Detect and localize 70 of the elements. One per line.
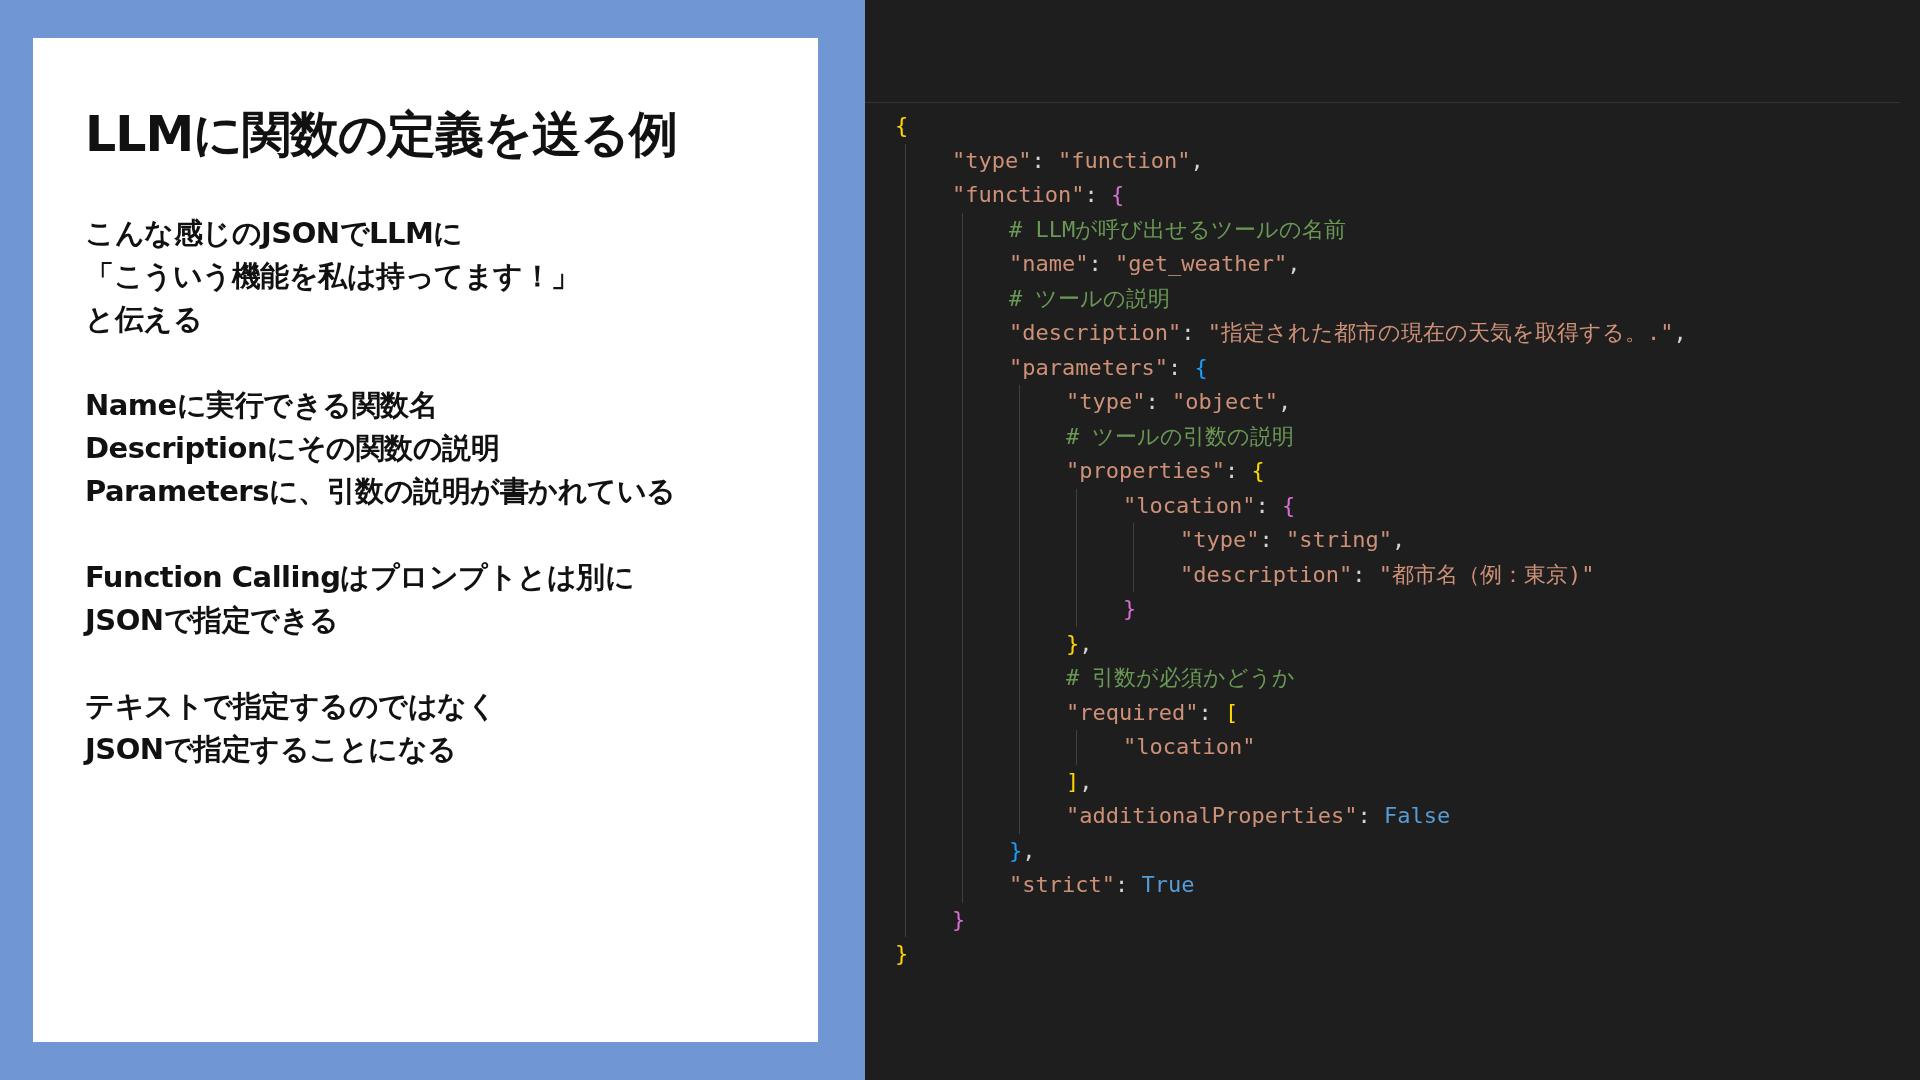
code-comment: # LLMが呼び出せるツールの名前 <box>1009 215 1347 244</box>
bracket: { <box>895 112 909 140</box>
punctuation: : <box>1255 491 1270 520</box>
slide-text: JSONで指定することになる <box>85 731 458 768</box>
punctuation: : <box>1352 560 1367 589</box>
punctuation: : <box>1031 146 1046 175</box>
slide-title: LLMに関数の定義を送る例 <box>85 105 679 165</box>
code-comment: # 引数が必須かどうか <box>1066 664 1296 692</box>
boolean-value: True <box>1141 871 1195 899</box>
bracket: } <box>1123 595 1137 623</box>
json-key: "location" <box>1123 488 1256 523</box>
slide-text: こんな感じのJSONでLLMに <box>85 215 464 252</box>
bracket: ] <box>1066 767 1080 796</box>
code-comment: # ツールの説明 <box>1009 284 1171 313</box>
bracket: } <box>1066 629 1080 658</box>
bracket: } <box>1009 836 1023 865</box>
punctuation: : <box>1167 353 1183 382</box>
bracket: { <box>1194 353 1208 382</box>
string-value: "指定された都市の現在の天気を取得する。." <box>1207 319 1674 347</box>
punctuation: , <box>1277 388 1292 416</box>
punctuation: : <box>1259 526 1274 554</box>
punctuation: : <box>1088 250 1103 278</box>
punctuation: , <box>1079 629 1093 658</box>
punctuation: , <box>1673 319 1687 347</box>
bracket: { <box>1251 457 1265 485</box>
punctuation: : <box>1114 871 1130 899</box>
bracket: { <box>1281 491 1296 520</box>
code-comment: # ツールの引数の説明 <box>1066 422 1295 451</box>
punctuation: : <box>1084 181 1099 209</box>
slide-text: Function Callingはプロンプトとは別に <box>85 559 636 596</box>
punctuation: , <box>1079 767 1093 796</box>
slide-text: Descriptionにその関数の説明 <box>85 430 501 467</box>
string-value: "object" <box>1172 388 1278 416</box>
json-key: "description" <box>1180 557 1353 592</box>
slide-text: 「こういう機能を私は持ってます！」 <box>85 258 581 295</box>
punctuation: : <box>1145 388 1160 416</box>
json-key: "properties" <box>1066 454 1225 489</box>
json-key: "type" <box>1066 385 1146 420</box>
slide-text: と伝える <box>85 301 203 338</box>
string-value: "string" <box>1286 526 1392 554</box>
bracket: } <box>952 905 966 934</box>
json-key: "required" <box>1066 695 1199 730</box>
json-key: "name" <box>1009 247 1089 282</box>
punctuation: , <box>1022 836 1036 865</box>
punctuation: , <box>1391 526 1406 554</box>
json-key: "strict" <box>1009 868 1115 903</box>
punctuation: : <box>1357 802 1372 830</box>
json-key: "type" <box>1180 523 1260 558</box>
json-key: "type" <box>952 143 1032 178</box>
boolean-value: False <box>1383 802 1451 830</box>
punctuation: , <box>1287 250 1301 278</box>
slide-text: Parametersに、引数の説明が書かれている <box>85 473 677 510</box>
string-value: "location" <box>1123 733 1256 761</box>
slide-text: テキストで指定するのではなく <box>85 688 497 725</box>
slide-text: Nameに実行できる関数名 <box>85 387 439 424</box>
punctuation: , <box>1190 146 1204 175</box>
json-key: "parameters" <box>1009 350 1168 385</box>
slide-text: JSONで指定できる <box>85 602 340 639</box>
punctuation: : <box>1224 457 1240 485</box>
bracket: [ <box>1224 698 1239 727</box>
string-value: "get_weather" <box>1115 250 1288 278</box>
json-key: "function" <box>952 178 1085 213</box>
punctuation: : <box>1181 319 1196 347</box>
punctuation: : <box>1198 698 1213 727</box>
string-value: "都市名（例：東京)" <box>1378 560 1595 589</box>
bracket: { <box>1110 181 1125 209</box>
json-key: "additionalProperties" <box>1066 799 1358 834</box>
bracket: } <box>895 940 909 968</box>
json-key: "description" <box>1009 316 1182 351</box>
string-value: "function" <box>1058 146 1191 175</box>
